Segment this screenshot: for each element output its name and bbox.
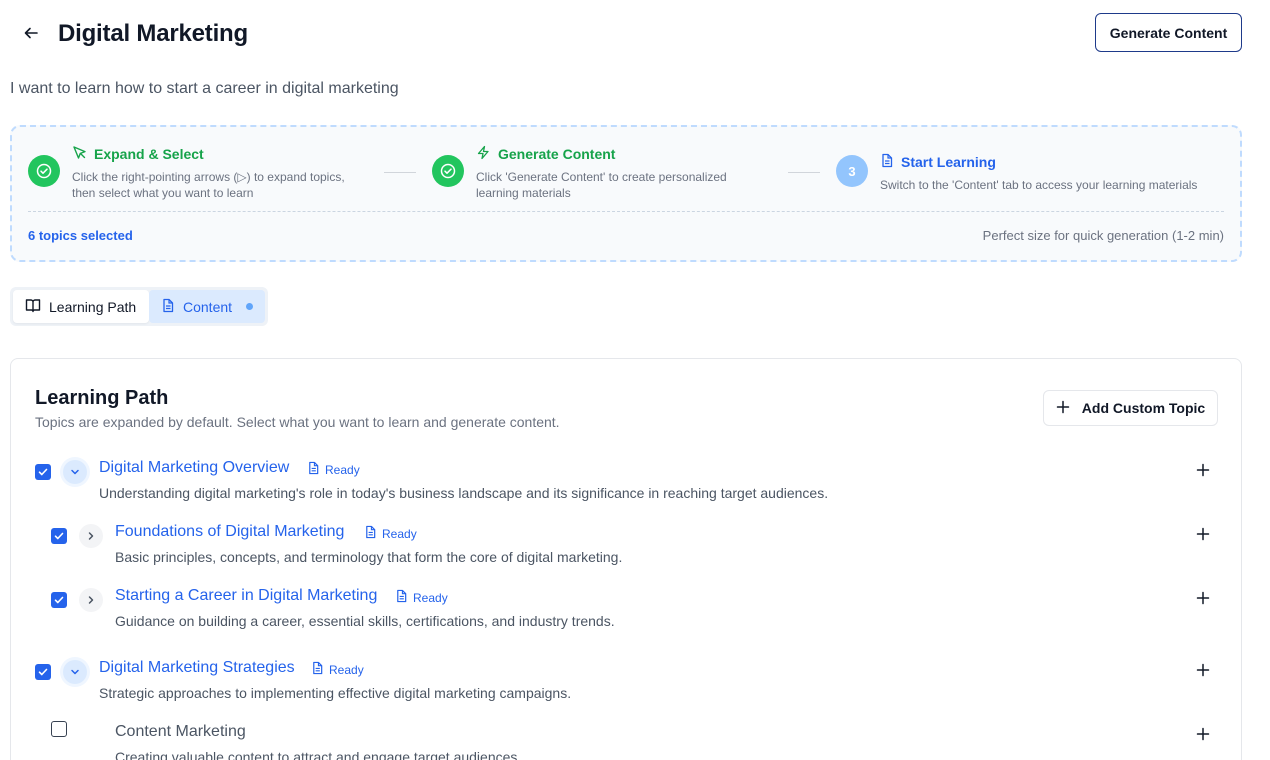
learning-goal-text: I want to learn how to start a career in… [10, 80, 399, 97]
topic-row: Digital Marketing Overview Ready Underst… [11, 457, 1241, 517]
step-title-text: Expand & Select [94, 146, 204, 162]
back-arrow-icon[interactable] [20, 22, 42, 44]
plus-icon[interactable] [1193, 724, 1213, 744]
steps-panel: Expand & Select Click the right-pointing… [10, 125, 1242, 262]
topic-title[interactable]: Starting a Career in Digital Marketing [115, 587, 377, 605]
topic-title[interactable]: Content Marketing [115, 723, 246, 741]
step-separator [788, 172, 820, 173]
ready-badge: Ready [311, 661, 364, 678]
ready-badge: Ready [395, 589, 448, 606]
chevron-right-icon[interactable] [79, 524, 103, 548]
tab-label: Content [183, 298, 233, 315]
topic-row: Foundations of Digital Marketing Ready B… [11, 521, 1241, 581]
step-title: Generate Content [476, 145, 615, 163]
cursor-pointer-icon [72, 145, 87, 163]
plus-icon[interactable] [1193, 524, 1213, 544]
document-icon [395, 589, 408, 606]
generation-size-hint: Perfect size for quick generation (1-2 m… [982, 228, 1224, 243]
section-subtitle: Topics are expanded by default. Select w… [35, 414, 560, 430]
plus-icon [1056, 400, 1070, 417]
document-icon [161, 298, 175, 316]
check-circle-icon [28, 155, 60, 187]
step-number-badge: 3 [836, 155, 868, 187]
add-custom-topic-button[interactable]: Add Custom Topic [1043, 390, 1218, 426]
topic-checkbox[interactable] [51, 528, 67, 544]
step-separator [384, 172, 416, 173]
topic-row: Starting a Career in Digital Marketing R… [11, 585, 1241, 645]
topic-description: Creating valuable content to attract and… [115, 749, 522, 760]
plus-icon[interactable] [1193, 588, 1213, 608]
button-label: Add Custom Topic [1081, 400, 1206, 416]
topic-title[interactable]: Digital Marketing Strategies [99, 659, 295, 677]
new-content-indicator [246, 303, 253, 310]
status-label: Ready [325, 462, 360, 477]
topic-checkbox[interactable] [51, 592, 67, 608]
topic-row: Content Marketing Creating valuable cont… [11, 721, 1241, 760]
learning-path-card: Learning Path Topics are expanded by def… [10, 358, 1242, 760]
document-icon [880, 153, 894, 171]
step-start-learning: 3 Start Learning Switch to the 'Content'… [836, 143, 1226, 203]
topic-row: Digital Marketing Strategies Ready Strat… [11, 657, 1241, 717]
view-tabs: Learning Path Content [10, 287, 268, 326]
topic-description: Basic principles, concepts, and terminol… [115, 549, 623, 565]
topic-title[interactable]: Foundations of Digital Marketing [115, 523, 344, 541]
step-title: Expand & Select [72, 145, 204, 163]
status-label: Ready [382, 526, 417, 541]
status-label: Ready [413, 590, 448, 605]
tab-content[interactable]: Content [149, 290, 265, 323]
tab-label: Learning Path [49, 298, 137, 315]
chevron-down-icon[interactable] [63, 460, 87, 484]
page-title: Digital Marketing [58, 20, 248, 47]
step-title-text: Generate Content [498, 146, 616, 162]
topic-checkbox[interactable] [35, 664, 51, 680]
book-icon [25, 298, 41, 316]
step-title-text: Start Learning [901, 154, 996, 170]
ready-badge: Ready [364, 525, 417, 542]
lightning-icon [476, 145, 491, 163]
step-description: Click 'Generate Content' to create perso… [476, 170, 727, 200]
step-description: Click the right-pointing arrows (▷) to e… [72, 170, 345, 200]
topic-checkbox[interactable] [35, 464, 51, 480]
topic-description: Strategic approaches to implementing eff… [99, 685, 572, 701]
document-icon [311, 661, 324, 678]
topics-selected-count: 6 topics selected [28, 228, 133, 243]
status-label: Ready [329, 662, 364, 677]
step-generate-content: Generate Content Click 'Generate Content… [432, 143, 772, 203]
divider [28, 211, 1224, 212]
chevron-down-icon[interactable] [63, 660, 87, 684]
document-icon [307, 461, 320, 478]
tab-learning-path[interactable]: Learning Path [13, 290, 149, 323]
document-icon [364, 525, 377, 542]
check-circle-icon [432, 155, 464, 187]
step-title: Start Learning [880, 153, 996, 171]
topic-title[interactable]: Digital Marketing Overview [99, 459, 289, 477]
step-description: Switch to the 'Content' tab to access yo… [880, 178, 1198, 192]
plus-icon[interactable] [1193, 460, 1213, 480]
plus-icon[interactable] [1193, 660, 1213, 680]
page-header: Digital Marketing Generate Content [0, 0, 1270, 70]
topic-checkbox[interactable] [51, 721, 67, 737]
topic-description: Understanding digital marketing's role i… [99, 485, 829, 501]
ready-badge: Ready [307, 461, 360, 478]
section-title: Learning Path [35, 387, 169, 409]
chevron-right-icon[interactable] [79, 588, 103, 612]
topic-description: Guidance on building a career, essential… [115, 613, 615, 629]
step-expand-select: Expand & Select Click the right-pointing… [28, 143, 378, 203]
generate-content-button[interactable]: Generate Content [1095, 13, 1242, 52]
